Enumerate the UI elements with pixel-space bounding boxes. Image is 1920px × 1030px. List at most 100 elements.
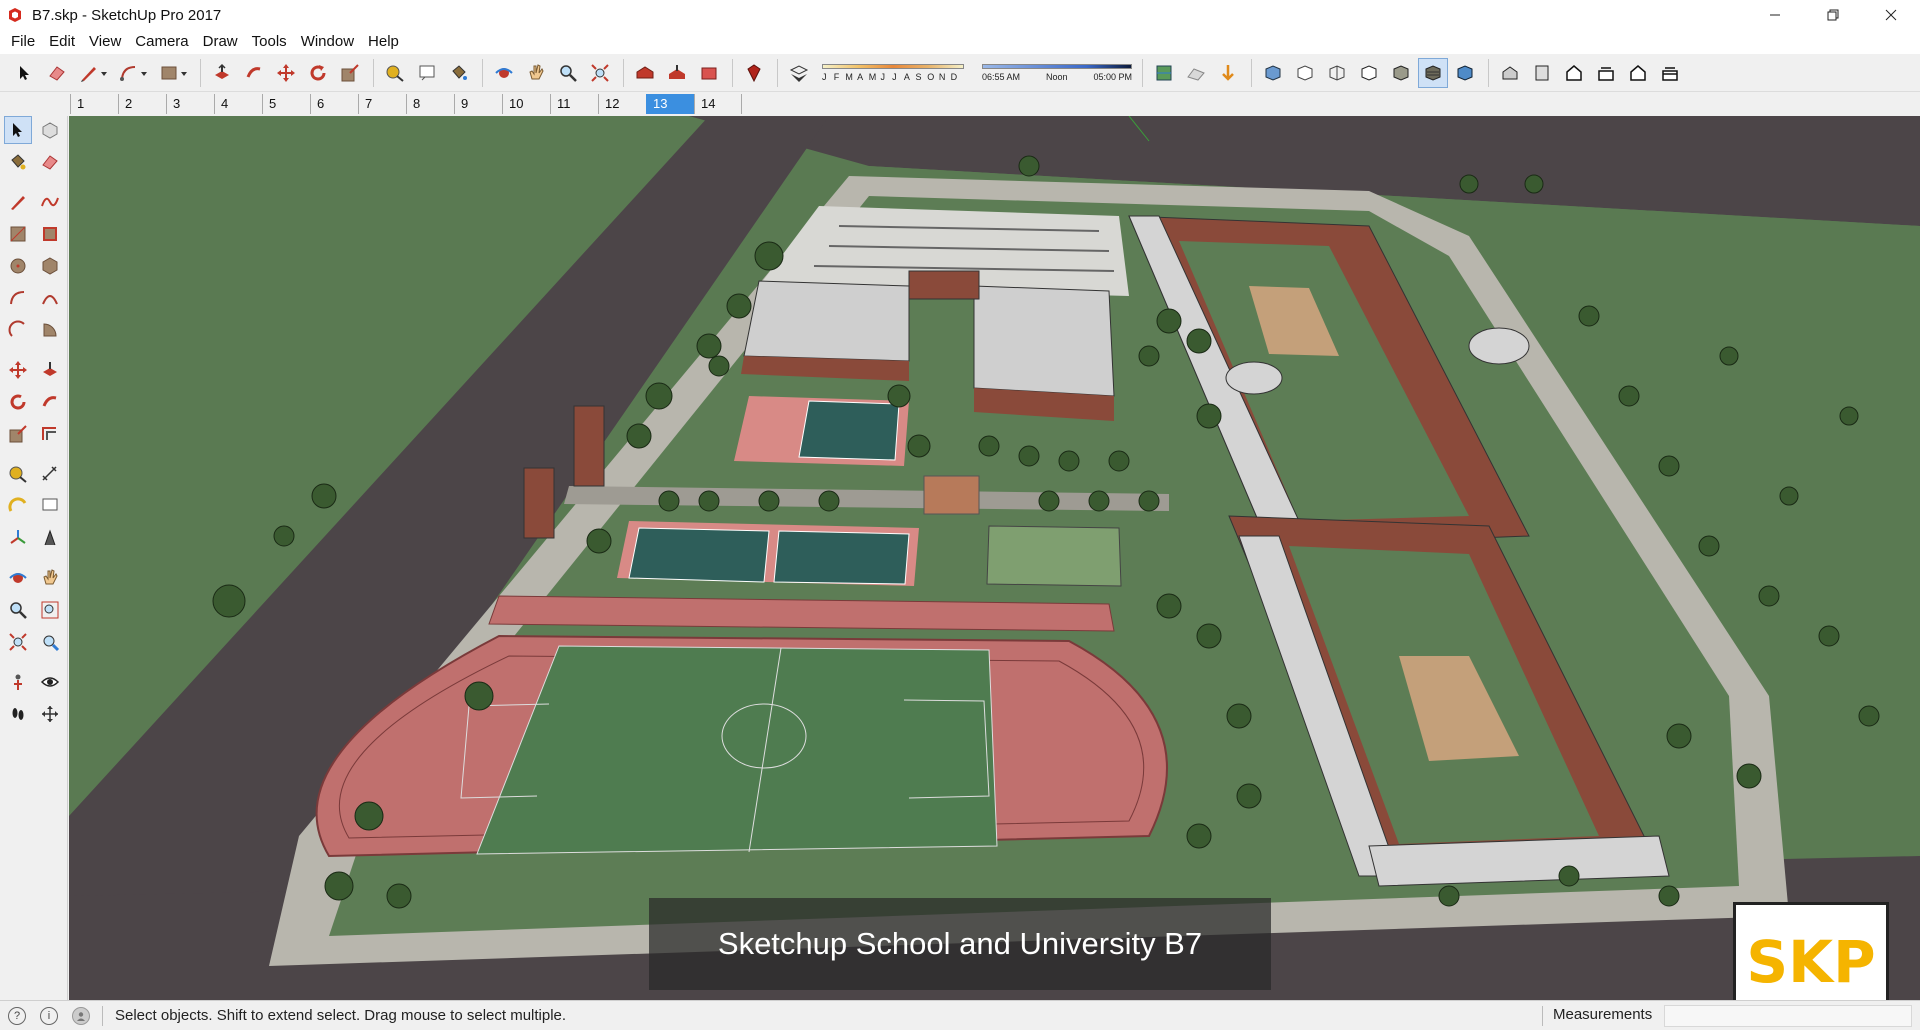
select-tool[interactable]	[4, 116, 32, 144]
position-camera-tool[interactable]	[4, 668, 32, 696]
menu-camera[interactable]: Camera	[128, 30, 195, 54]
scene-tab-13[interactable]: 13	[646, 94, 694, 114]
push-pull-button[interactable]	[207, 58, 237, 88]
menu-tools[interactable]: Tools	[245, 30, 294, 54]
scale-tool[interactable]	[4, 420, 32, 448]
orbit-tool[interactable]	[4, 564, 32, 592]
axes-tool[interactable]	[4, 524, 32, 552]
follow-me-button[interactable]	[239, 58, 269, 88]
front-view-button[interactable]	[1559, 58, 1589, 88]
pan-tool[interactable]	[36, 564, 64, 592]
arc-tool[interactable]	[4, 284, 32, 312]
push-pull-tool[interactable]	[36, 356, 64, 384]
select-tool-button[interactable]	[10, 58, 40, 88]
text-tool[interactable]	[36, 492, 64, 520]
hidden-line-button[interactable]	[1354, 58, 1384, 88]
menu-file[interactable]: File	[4, 30, 42, 54]
add-location-button[interactable]	[1149, 58, 1179, 88]
menu-help[interactable]: Help	[361, 30, 406, 54]
scene-tab-8[interactable]: 8	[406, 94, 454, 114]
walk-tool[interactable]	[4, 700, 32, 728]
model-viewport[interactable]	[69, 116, 1920, 1000]
zoom-tool[interactable]	[4, 596, 32, 624]
tape-measure-tool[interactable]	[4, 460, 32, 488]
shadow-time-slider[interactable]: 06:55 AM Noon 05:00 PM	[982, 63, 1132, 82]
scene-tab-5[interactable]: 5	[262, 94, 310, 114]
restore-button[interactable]	[1804, 0, 1862, 30]
iso-view-button[interactable]	[1495, 58, 1525, 88]
shadow-date-track[interactable]	[822, 63, 964, 69]
rotate-tool-button[interactable]	[303, 58, 333, 88]
shadow-date-slider[interactable]: J F M A M J J A S O N D	[822, 63, 964, 82]
back-edges-button[interactable]	[1290, 58, 1320, 88]
move-tool-button[interactable]	[271, 58, 301, 88]
scene-tab-12[interactable]: 12	[598, 94, 646, 114]
line-tool[interactable]	[4, 188, 32, 216]
scene-tab-9[interactable]: 9	[454, 94, 502, 114]
geo-location-icon[interactable]: ?	[8, 1006, 26, 1025]
scene-tab-7[interactable]: 7	[358, 94, 406, 114]
paint-bucket-tool[interactable]	[4, 148, 32, 176]
two-point-arc-tool[interactable]	[36, 284, 64, 312]
look-around-tool[interactable]	[36, 668, 64, 696]
scene-tab-10[interactable]: 10	[502, 94, 550, 114]
dimension-tool[interactable]	[36, 460, 64, 488]
polygon-tool[interactable]	[36, 252, 64, 280]
monochrome-button[interactable]	[1450, 58, 1480, 88]
close-button[interactable]	[1862, 0, 1920, 30]
freehand-tool[interactable]	[36, 188, 64, 216]
3d-text-tool[interactable]	[36, 524, 64, 552]
extension-warehouse-button[interactable]	[694, 58, 724, 88]
shapes-tool-button[interactable]	[154, 58, 187, 88]
user-account-icon[interactable]	[72, 1006, 90, 1025]
pie-tool[interactable]	[36, 316, 64, 344]
wireframe-button[interactable]	[1322, 58, 1352, 88]
rotate-tool[interactable]	[4, 388, 32, 416]
credits-info-icon[interactable]: i	[40, 1006, 58, 1025]
scene-tab-6[interactable]: 6	[310, 94, 358, 114]
photo-textures-button[interactable]	[1213, 58, 1243, 88]
make-component-tool[interactable]	[36, 116, 64, 144]
previous-view-tool[interactable]	[36, 628, 64, 656]
eraser-tool-button[interactable]	[42, 58, 72, 88]
right-view-button[interactable]	[1591, 58, 1621, 88]
left-view-button[interactable]	[1655, 58, 1685, 88]
scene-tab-3[interactable]: 3	[166, 94, 214, 114]
toggle-terrain-button[interactable]	[1181, 58, 1211, 88]
shadow-time-track[interactable]	[982, 63, 1132, 69]
xray-style-button[interactable]	[1258, 58, 1288, 88]
offset-tool[interactable]	[36, 420, 64, 448]
section-plane-tool[interactable]	[36, 700, 64, 728]
eraser-tool[interactable]	[36, 148, 64, 176]
shaded-button[interactable]	[1386, 58, 1416, 88]
zoom-extents-button[interactable]	[585, 58, 615, 88]
zoom-button[interactable]	[553, 58, 583, 88]
protractor-tool[interactable]	[4, 492, 32, 520]
scene-tab-14[interactable]: 14	[694, 94, 742, 114]
menu-window[interactable]: Window	[294, 30, 361, 54]
arc-tool-button[interactable]	[114, 58, 147, 88]
ruby-console-button[interactable]	[739, 58, 769, 88]
scene-tab-1[interactable]: 1	[70, 94, 118, 114]
scene-tab-11[interactable]: 11	[550, 94, 598, 114]
zoom-extents-tool[interactable]	[4, 628, 32, 656]
measurements-input[interactable]	[1664, 1005, 1912, 1027]
shaded-with-textures-button[interactable]	[1418, 57, 1448, 88]
paint-bucket-button[interactable]	[444, 58, 474, 88]
text-tool-button[interactable]	[412, 58, 442, 88]
follow-me-tool[interactable]	[36, 388, 64, 416]
line-tool-button[interactable]	[74, 58, 107, 88]
share-model-button[interactable]	[662, 58, 692, 88]
scale-tool-button[interactable]	[335, 58, 365, 88]
3d-warehouse-button[interactable]	[630, 58, 660, 88]
rectangle-tool[interactable]	[4, 220, 32, 248]
move-tool[interactable]	[4, 356, 32, 384]
menu-view[interactable]: View	[82, 30, 128, 54]
three-point-arc-tool[interactable]	[4, 316, 32, 344]
pan-button[interactable]	[521, 58, 551, 88]
zoom-window-tool[interactable]	[36, 596, 64, 624]
scene-tab-4[interactable]: 4	[214, 94, 262, 114]
rotated-rectangle-tool[interactable]	[36, 220, 64, 248]
back-view-button[interactable]	[1623, 58, 1653, 88]
orbit-button[interactable]	[489, 58, 519, 88]
